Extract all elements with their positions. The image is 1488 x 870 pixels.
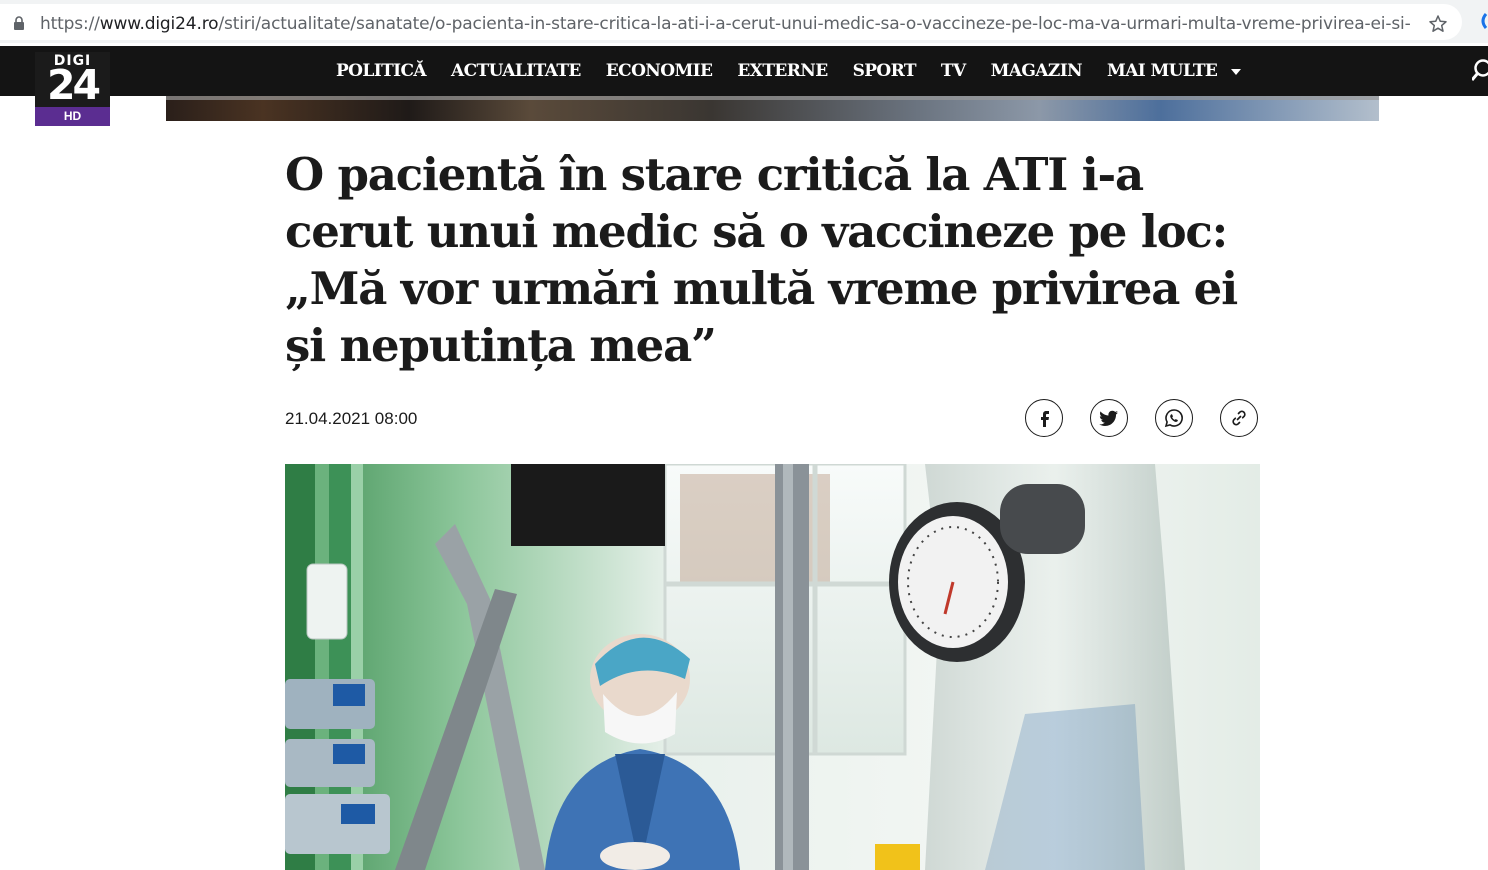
search-icon[interactable] bbox=[1472, 58, 1488, 84]
url-path: /stiri/actualitate/sanatate/o-pacienta-i… bbox=[218, 14, 1410, 34]
url-scheme: https:// bbox=[40, 14, 100, 34]
link-icon bbox=[1232, 410, 1246, 426]
article-date: 21.04.2021 08:00 bbox=[285, 409, 418, 428]
nav-more-label: MAI MULTE bbox=[1106, 61, 1218, 81]
bookmark-star-icon[interactable] bbox=[1428, 14, 1448, 34]
copy-link-button[interactable] bbox=[1220, 399, 1258, 437]
browser-address-bar: https://www.digi24.ro/stiri/actualitate/… bbox=[0, 0, 1488, 43]
icu-scene-illustration bbox=[285, 464, 1260, 870]
nav-more-dropdown[interactable]: MAI MULTE bbox=[1106, 61, 1242, 81]
main-nav: POLITICĂ ACTUALITATE ECONOMIE EXTERNE SP… bbox=[336, 46, 1266, 96]
nav-item-externe[interactable]: EXTERNE bbox=[737, 61, 828, 81]
share-twitter-button[interactable] bbox=[1090, 399, 1128, 437]
digi24-logo[interactable]: DIGI 24 HD bbox=[35, 52, 110, 126]
lock-icon bbox=[14, 16, 24, 30]
extension-icon[interactable] bbox=[1478, 12, 1488, 30]
hero-strip-edge bbox=[166, 96, 1379, 100]
nav-item-actualitate[interactable]: ACTUALITATE bbox=[451, 61, 581, 81]
article-title: O pacientă în stare critică la ATI i-a c… bbox=[285, 148, 1238, 372]
share-facebook-button[interactable] bbox=[1025, 399, 1063, 437]
nav-item-politica[interactable]: POLITICĂ bbox=[336, 61, 427, 81]
caret-down-icon bbox=[1231, 69, 1242, 75]
nav-item-sport[interactable]: SPORT bbox=[853, 61, 917, 81]
nav-item-economie[interactable]: ECONOMIE bbox=[606, 61, 713, 81]
hero-image-strip bbox=[166, 96, 1379, 121]
whatsapp-icon bbox=[1164, 409, 1183, 428]
nav-item-magazin[interactable]: MAGAZIN bbox=[991, 61, 1083, 81]
url-host: www.digi24.ro bbox=[99, 14, 219, 34]
logo-hd-badge: HD bbox=[35, 107, 110, 126]
facebook-icon bbox=[1041, 411, 1049, 427]
url-text[interactable]: https://www.digi24.ro/stiri/actualitate/… bbox=[40, 14, 1410, 34]
twitter-icon bbox=[1099, 410, 1118, 426]
logo-24-text: 24 bbox=[46, 61, 101, 109]
url-field[interactable]: https://www.digi24.ro/stiri/actualitate/… bbox=[0, 4, 1462, 40]
share-whatsapp-button[interactable] bbox=[1155, 399, 1193, 437]
article-main-image bbox=[285, 464, 1260, 870]
nav-item-tv[interactable]: TV bbox=[941, 61, 966, 81]
